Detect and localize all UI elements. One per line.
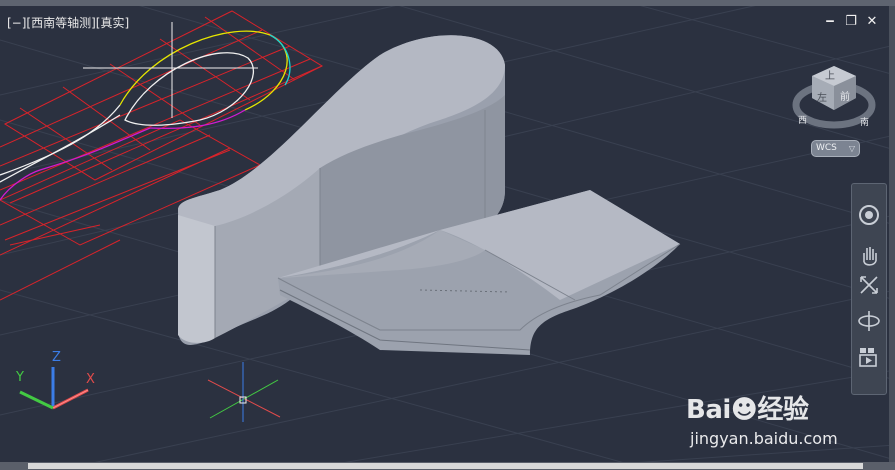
ucs-icon [19, 367, 89, 410]
showmotion-icon[interactable] [856, 344, 882, 370]
steering-wheel-icon[interactable] [856, 202, 882, 228]
compass-south-label[interactable]: 南 [860, 115, 869, 128]
wcs-label: WCS [816, 143, 837, 153]
baidu-watermark: Bai☻经验 jingyan.baidu.com [686, 375, 856, 455]
scrollbar-thumb[interactable] [28, 463, 863, 469]
ucs-z-label: Z [52, 350, 61, 365]
model-viewport[interactable]: [−][西南等轴测][真实] ‒ ❐ ✕ 上 左 前 西 南 WCS ▽ Z X… [0, 0, 895, 470]
compass-west-label[interactable]: 西 [798, 113, 807, 126]
ucs-y-label: Y [16, 370, 24, 385]
viewcube-top-label[interactable]: 上 [825, 67, 835, 82]
viewcube-left-label[interactable]: 左 [817, 89, 827, 104]
watermark-url: jingyan.baidu.com [690, 429, 838, 448]
navigation-bar [851, 183, 887, 395]
zoom-extents-icon[interactable] [856, 272, 882, 298]
orbit-icon[interactable] [856, 308, 882, 334]
top-border [0, 0, 895, 6]
wcs-menu-button[interactable]: WCS ▽ [811, 140, 860, 157]
spline-outline[interactable] [0, 30, 291, 201]
close-icon[interactable]: ✕ [864, 14, 880, 30]
minimize-icon[interactable]: ‒ [822, 14, 838, 30]
restore-icon[interactable]: ❐ [843, 14, 859, 30]
ucs-x-label: X [86, 372, 95, 387]
right-border [889, 6, 895, 462]
viewport-controls-label[interactable]: [−][西南等轴测][真实] [7, 14, 129, 31]
watermark-logo: Bai☻经验 [686, 395, 809, 425]
pan-icon[interactable] [856, 242, 882, 268]
cursor-crosshair [207, 362, 281, 422]
chevron-down-icon: ▽ [848, 144, 855, 153]
horizontal-scrollbar[interactable] [0, 462, 895, 470]
viewcube-front-label[interactable]: 前 [840, 88, 850, 103]
